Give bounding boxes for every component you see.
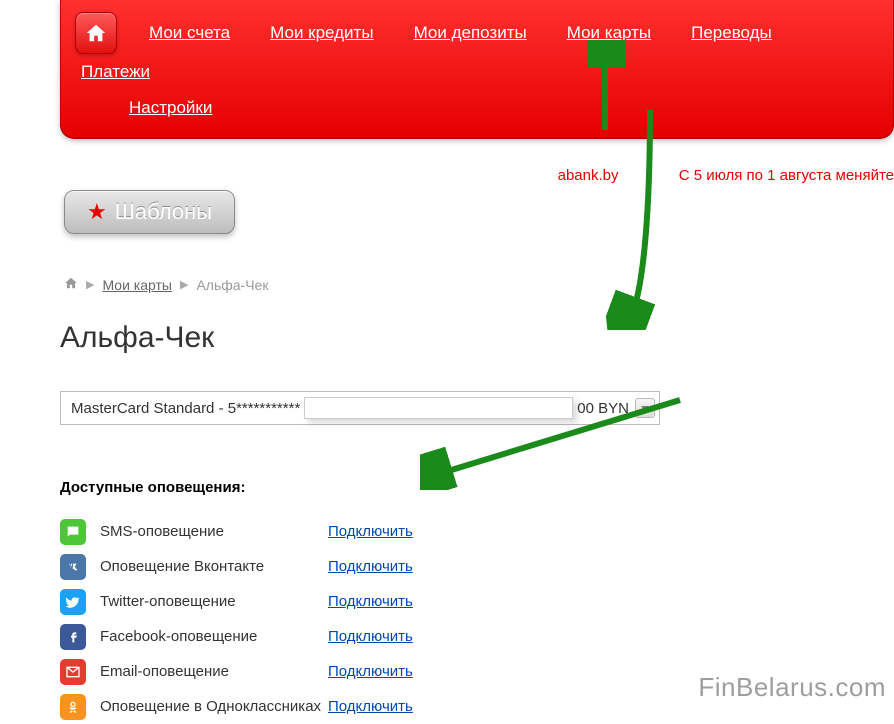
nav-transfers[interactable]: Переводы: [671, 15, 792, 51]
watermark: FinBelarus.com: [698, 672, 886, 703]
home-button[interactable]: [75, 12, 117, 54]
notif-label: Facebook-оповещение: [100, 628, 328, 645]
news-ticker: abank.by С 5 июля по 1 августа меняйте: [0, 167, 894, 184]
home-icon: [85, 22, 107, 44]
connect-link[interactable]: Подключить: [328, 698, 413, 715]
nav-my-cards[interactable]: Мои карты: [547, 15, 671, 51]
breadcrumb-current: Альфа-Чек: [196, 277, 268, 293]
nav-my-deposits[interactable]: Мои депозиты: [394, 15, 547, 51]
mail-icon: [60, 659, 86, 685]
ticker-text-1: abank.by: [558, 167, 619, 184]
card-select[interactable]: MasterCard Standard - 5*********** 00 BY…: [60, 391, 660, 425]
notif-label: Twitter-оповещение: [100, 593, 328, 610]
facebook-icon: [60, 624, 86, 650]
ticker-text-2: С 5 июля по 1 августа меняйте: [679, 167, 894, 184]
list-item: Facebook-оповещение Подключить: [60, 619, 894, 654]
list-item: Оповещение Вконтакте Подключить: [60, 549, 894, 584]
sms-icon: [60, 519, 86, 545]
nav-settings[interactable]: Настройки: [129, 90, 232, 126]
odnoklassniki-icon: [60, 694, 86, 720]
connect-link[interactable]: Подключить: [328, 558, 413, 575]
notifications-heading: Доступные оповещения:: [60, 479, 894, 496]
vk-icon: [60, 554, 86, 580]
top-nav: Мои счета Мои кредиты Мои депозиты Мои к…: [60, 0, 894, 139]
connect-link[interactable]: Подключить: [328, 663, 413, 680]
chevron-down-icon[interactable]: [635, 398, 655, 418]
templates-button[interactable]: ★ Шаблоны: [64, 190, 235, 234]
star-icon: ★: [87, 199, 107, 225]
connect-link[interactable]: Подключить: [328, 593, 413, 610]
list-item: Twitter-оповещение Подключить: [60, 584, 894, 619]
connect-link[interactable]: Подключить: [328, 628, 413, 645]
notif-label: SMS-оповещение: [100, 523, 328, 540]
list-item: SMS-оповещение Подключить: [60, 514, 894, 549]
templates-button-label: Шаблоны: [115, 199, 212, 225]
breadcrumb-sep-icon: ▶: [180, 278, 188, 291]
notif-label: Оповещение Вконтакте: [100, 558, 328, 575]
breadcrumb-my-cards[interactable]: Мои карты: [102, 277, 172, 293]
nav-my-credits[interactable]: Мои кредиты: [250, 15, 393, 51]
card-select-prefix: MasterCard Standard - 5***********: [71, 400, 300, 417]
card-select-masked: [304, 397, 573, 419]
notif-label: Оповещение в Одноклассниках: [100, 698, 328, 715]
nav-payments[interactable]: Платежи: [61, 54, 170, 90]
breadcrumb: ▶ Мои карты ▶ Альфа-Чек: [64, 276, 894, 293]
breadcrumb-home-icon[interactable]: [64, 276, 78, 293]
page-title: Альфа-Чек: [60, 321, 894, 355]
nav-my-accounts[interactable]: Мои счета: [129, 15, 250, 51]
connect-link[interactable]: Подключить: [328, 523, 413, 540]
twitter-icon: [60, 589, 86, 615]
breadcrumb-sep-icon: ▶: [86, 278, 94, 291]
notif-label: Email-оповещение: [100, 663, 328, 680]
card-select-suffix: 00 BYN: [577, 400, 629, 417]
